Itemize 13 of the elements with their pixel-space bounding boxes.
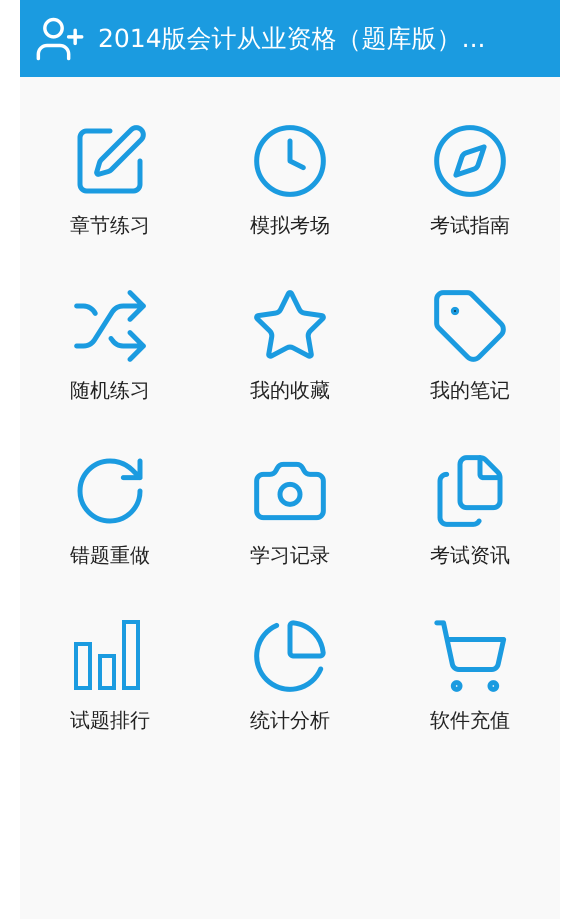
menu-label[interactable]: 我的收藏 [250, 378, 330, 402]
menu-label[interactable]: 章节练习 [70, 213, 150, 237]
menu-label[interactable]: 软件充值 [430, 708, 510, 732]
menu-label[interactable]: 试题排行 [70, 708, 150, 732]
menu-label[interactable]: 学习记录 [250, 543, 330, 567]
menu-label[interactable]: 错题重做 [70, 543, 150, 567]
menu-label[interactable]: 考试指南 [430, 213, 510, 237]
menu-label[interactable]: 我的笔记 [430, 378, 510, 402]
menu-label[interactable]: 随机练习 [70, 378, 150, 402]
menu-label[interactable]: 考试资讯 [430, 543, 510, 567]
menu-label[interactable]: 模拟考场 [250, 213, 330, 237]
app-title: 2014版会计从业资格（题库版）... [98, 23, 486, 55]
menu-label[interactable]: 统计分析 [250, 708, 330, 732]
